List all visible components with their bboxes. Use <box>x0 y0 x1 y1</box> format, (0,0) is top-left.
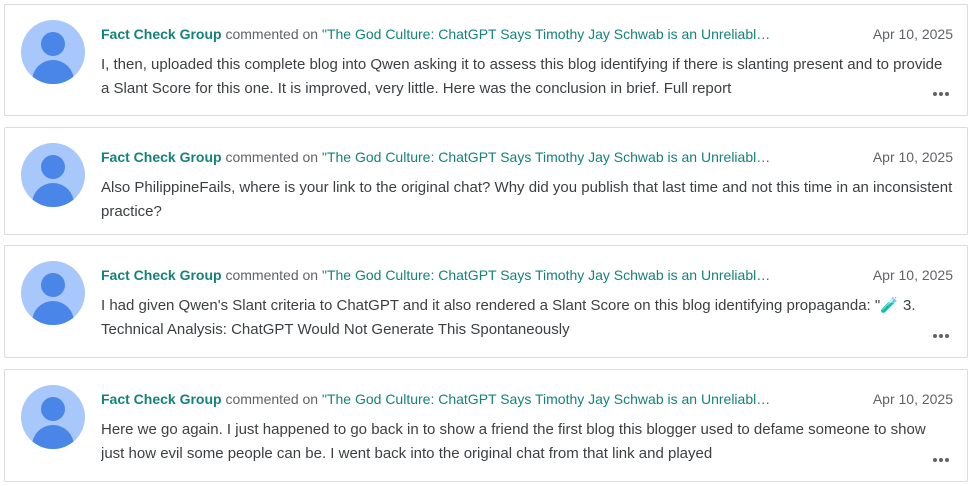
comment-meta: Fact Check Group commented on "The God C… <box>101 266 791 284</box>
person-avatar-icon[interactable] <box>21 143 85 207</box>
comment-verb: commented on <box>225 149 319 165</box>
person-avatar-icon[interactable] <box>21 261 85 325</box>
more-horizontal-icon[interactable] <box>931 329 949 339</box>
comment-author-link[interactable]: Fact Check Group <box>101 149 222 165</box>
comment-card: Fact Check Group commented on "The God C… <box>4 4 968 116</box>
more-horizontal-icon[interactable] <box>931 453 949 463</box>
comment-date: Apr 10, 2025 <box>872 267 953 283</box>
comment-card: Fact Check Group commented on "The God C… <box>4 245 968 358</box>
comment-author-link[interactable]: Fact Check Group <box>101 26 222 42</box>
comment-date: Apr 10, 2025 <box>872 391 953 407</box>
comment-card: Fact Check Group commented on "The God C… <box>4 127 968 235</box>
comment-verb: commented on <box>225 26 319 42</box>
post-title-link[interactable]: "The God Culture: ChatGPT Says Timothy J… <box>322 149 770 165</box>
comment-author-link[interactable]: Fact Check Group <box>101 267 222 283</box>
post-title-link[interactable]: "The God Culture: ChatGPT Says Timothy J… <box>322 26 770 42</box>
person-avatar-icon[interactable] <box>21 385 85 449</box>
comment-card: Fact Check Group commented on "The God C… <box>4 369 968 482</box>
comment-meta: Fact Check Group commented on "The God C… <box>101 148 791 166</box>
comment-feed: Fact Check Group commented on "The God C… <box>0 0 973 486</box>
comment-text[interactable]: Also PhilippineFails, where is your link… <box>101 176 953 224</box>
person-avatar-icon[interactable] <box>21 20 85 84</box>
more-horizontal-icon[interactable] <box>931 87 949 97</box>
comment-author-link[interactable]: Fact Check Group <box>101 391 222 407</box>
comment-text[interactable]: I had given Qwen's Slant criteria to Cha… <box>101 294 953 342</box>
post-title-link[interactable]: "The God Culture: ChatGPT Says Timothy J… <box>322 391 770 407</box>
post-title-link[interactable]: "The God Culture: ChatGPT Says Timothy J… <box>322 267 770 283</box>
comment-meta: Fact Check Group commented on "The God C… <box>101 25 791 43</box>
comment-text[interactable]: I, then, uploaded this complete blog int… <box>101 53 953 101</box>
comment-date: Apr 10, 2025 <box>872 26 953 42</box>
comment-verb: commented on <box>225 391 319 407</box>
comment-text[interactable]: Here we go again. I just happened to go … <box>101 418 953 466</box>
comment-meta: Fact Check Group commented on "The God C… <box>101 390 791 408</box>
comment-date: Apr 10, 2025 <box>872 149 953 165</box>
comment-verb: commented on <box>225 267 319 283</box>
